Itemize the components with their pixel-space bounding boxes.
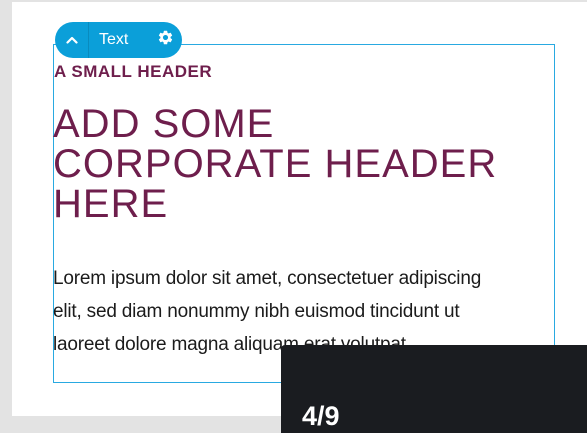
text-block-toolbar: Text — [55, 22, 182, 58]
main-header[interactable]: ADD SOME CORPORATE HEADER HERE — [53, 104, 553, 224]
slide-counter: 4/9 — [302, 401, 340, 431]
small-header[interactable]: A SMALL HEADER — [54, 62, 212, 82]
collapse-button[interactable] — [55, 22, 89, 58]
main-header-line: CORPORATE HEADER — [53, 142, 498, 186]
main-header-line: HERE — [53, 182, 169, 226]
chevron-up-icon — [65, 31, 78, 49]
settings-button[interactable] — [148, 22, 182, 58]
body-line: Lorem ipsum dolor sit amet, consectetuer… — [53, 268, 482, 289]
toolbar-label: Text — [99, 31, 129, 48]
slide-counter-panel: 4/9 — [281, 345, 587, 433]
gear-icon — [157, 29, 174, 51]
main-header-line: ADD SOME — [53, 102, 275, 146]
body-line: elit, sed diam nonummy nibh euismod tinc… — [53, 301, 460, 322]
